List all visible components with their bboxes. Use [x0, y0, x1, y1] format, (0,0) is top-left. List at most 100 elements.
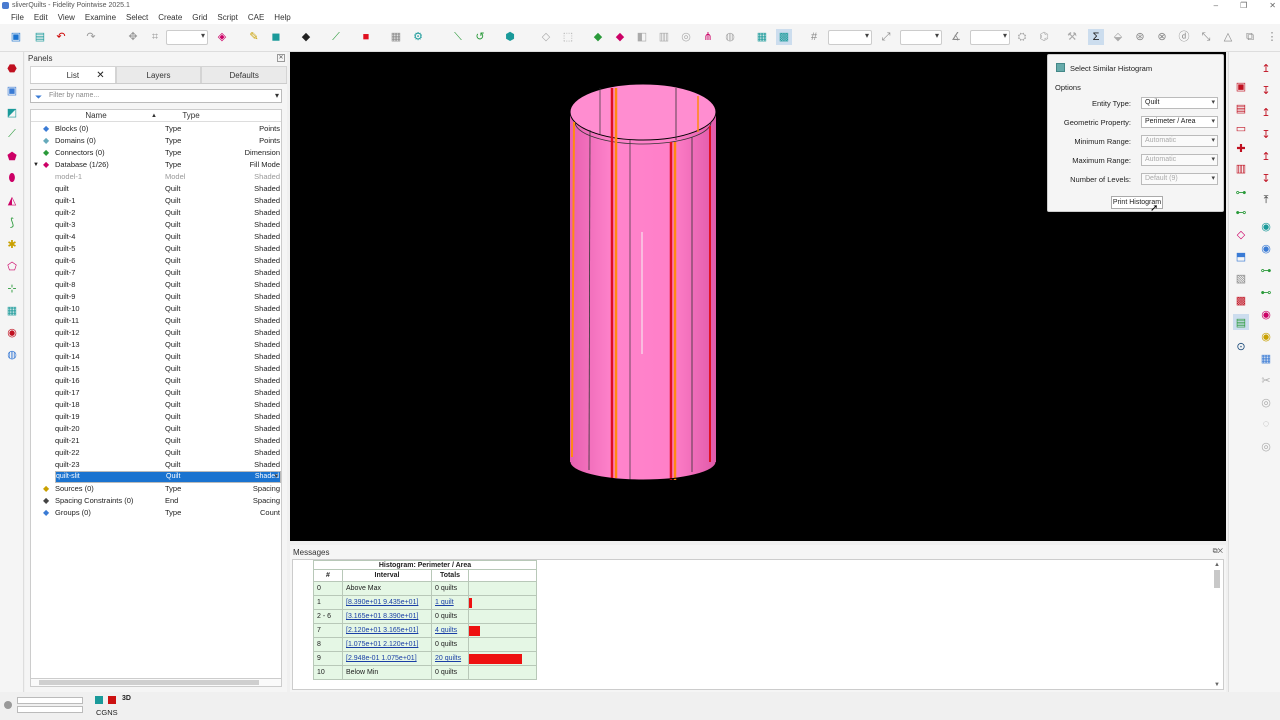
tab-layers[interactable]: Layers — [115, 66, 202, 83]
menu-view[interactable]: View — [53, 11, 80, 24]
axis-y-plus-icon[interactable]: ↥ — [1258, 104, 1274, 120]
shade-mode-icon[interactable] — [95, 696, 103, 704]
tool-a-icon[interactable]: ⛭ — [1014, 29, 1030, 45]
tree-item[interactable]: quilt-slit Quilt Shaded — [55, 471, 281, 483]
tree-item[interactable]: quilt-11 Quilt Shaded — [31, 315, 281, 327]
save-as-icon[interactable]: ▤ — [32, 29, 48, 45]
expand-icon[interactable]: ▼ — [33, 161, 41, 169]
tree-item[interactable]: model-1 Model Shaded — [31, 171, 281, 183]
tree-item[interactable]: quilt-2 Quilt Shaded — [31, 207, 281, 219]
tree-item[interactable]: quilt-7 Quilt Shaded — [31, 267, 281, 279]
tree-item[interactable]: quilt-10 Quilt Shaded — [31, 303, 281, 315]
revolve-icon[interactable]: ◎ — [678, 29, 694, 45]
database-tool-icon[interactable]: ⬣ — [4, 60, 20, 76]
tree-item[interactable]: quilt Quilt Shaded — [31, 183, 281, 195]
visibility-d-icon[interactable]: ⊷ — [1258, 284, 1274, 300]
visibility-h-icon[interactable]: ✂ — [1258, 372, 1274, 388]
toolbar-select-2[interactable] — [828, 30, 872, 45]
solver-label[interactable]: CGNS — [96, 708, 118, 717]
tree-item[interactable]: quilt-20 Quilt Shaded — [31, 423, 281, 435]
view-a-icon[interactable]: ▣ — [1233, 78, 1249, 94]
diamond-green-icon[interactable]: ◆ — [590, 29, 606, 45]
cone-create-icon[interactable]: ◭ — [4, 192, 20, 208]
tree-item[interactable]: quilt-13 Quilt Shaded — [31, 339, 281, 351]
tree-item[interactable]: quilt-8 Quilt Shaded — [31, 279, 281, 291]
curve-icon[interactable]: ↺ — [472, 29, 488, 45]
view-i-icon[interactable]: ⬒ — [1233, 248, 1249, 264]
tree-item[interactable]: quilt-6 Quilt Shaded — [31, 255, 281, 267]
maximize-icon[interactable]: ❐ — [1240, 0, 1247, 11]
tree-item[interactable]: quilt-9 Quilt Shaded — [31, 291, 281, 303]
view-j-icon[interactable]: ▧ — [1233, 270, 1249, 286]
view-e-icon[interactable]: ▥ — [1233, 160, 1249, 176]
visibility-g-icon[interactable]: ▦ — [1258, 350, 1274, 366]
totals-link[interactable]: 20 quilts — [435, 655, 461, 662]
view-mode-label[interactable]: 3D — [122, 695, 131, 702]
redo-icon[interactable]: ↷ — [83, 29, 99, 45]
hash-icon[interactable]: # — [806, 29, 822, 45]
tab-defaults[interactable]: Defaults — [201, 66, 288, 83]
menu-create[interactable]: Create — [153, 11, 187, 24]
more-icon[interactable]: ⋮ — [1264, 29, 1280, 45]
number-of-levels-select[interactable]: Default (9) — [1141, 173, 1218, 185]
interval-link[interactable]: [3.165e+01 8.390e+01] — [346, 613, 418, 620]
scroll-thumb[interactable] — [39, 680, 259, 685]
tree-group[interactable]: ◆ Sources (0) Type Spacing — [31, 483, 281, 495]
view-g-icon[interactable]: ⊷ — [1233, 204, 1249, 220]
visibility-e-icon[interactable]: ◉ — [1258, 306, 1274, 322]
view-b-icon[interactable]: ▤ — [1233, 100, 1249, 116]
minimum-range-select[interactable]: Automatic — [1141, 135, 1218, 147]
examine-icon[interactable]: ⊛ — [1132, 29, 1148, 45]
layer-icon[interactable]: ▦ — [388, 29, 404, 45]
menu-select[interactable]: Select — [121, 11, 153, 24]
sigma-icon[interactable]: Σ — [1088, 29, 1104, 45]
point-create-icon[interactable]: ⊹ — [4, 280, 20, 296]
d-icon[interactable]: ⓓ — [1176, 29, 1192, 45]
filter-dropdown-icon[interactable]: ▾ — [275, 90, 279, 102]
diamond-icon[interactable]: ◆ — [298, 29, 314, 45]
tree-item[interactable]: quilt-16 Quilt Shaded — [31, 375, 281, 387]
interval-link[interactable]: [2.120e+01 3.165e+01] — [346, 627, 418, 634]
lock-icon[interactable]: ⊗ — [1154, 29, 1170, 45]
solve-icon[interactable]: ◧ — [634, 29, 650, 45]
shade-icon[interactable]: ◼ — [268, 29, 284, 45]
iso-view-icon[interactable]: ⤒ — [1258, 192, 1274, 208]
toolbar-select-3[interactable] — [900, 30, 942, 45]
pointer-icon[interactable]: ◈ — [214, 29, 230, 45]
undo-icon[interactable]: ↶ — [53, 29, 69, 45]
angle-icon[interactable]: ∡ — [948, 29, 964, 45]
toolbar-select-1[interactable] — [166, 30, 208, 45]
tree-horizontal-scrollbar[interactable] — [30, 678, 282, 687]
tree-item[interactable]: quilt-15 Quilt Shaded — [31, 363, 281, 375]
tree-group[interactable]: ▼ ◆ Database (1/26) Type Fill Mode — [31, 159, 281, 171]
tree-item[interactable]: quilt-23 Quilt Shaded — [31, 459, 281, 471]
extrude-icon[interactable]: ▥ — [656, 29, 672, 45]
spacing-icon[interactable]: ⤢ — [878, 29, 894, 45]
domain-tool-icon[interactable]: ◇ — [538, 29, 554, 45]
box-icon[interactable]: ⧉ — [1242, 29, 1258, 45]
panels-close-icon[interactable]: ✕ — [277, 54, 285, 62]
tree-item[interactable]: quilt-4 Quilt Shaded — [31, 231, 281, 243]
visibility-c-icon[interactable]: ⊶ — [1258, 262, 1274, 278]
sphere-create-icon[interactable]: ◍ — [4, 346, 20, 362]
menu-examine[interactable]: Examine — [80, 11, 121, 24]
spline-icon[interactable]: ⬢ — [502, 29, 518, 45]
tree-item[interactable]: quilt-17 Quilt Shaded — [31, 387, 281, 399]
sphere-icon[interactable]: ◍ — [722, 29, 738, 45]
measure-icon[interactable]: ⤡ — [1198, 29, 1214, 45]
interval-link[interactable]: [1.075e+01 2.120e+01] — [346, 641, 418, 648]
view-d-icon[interactable]: ✚ — [1233, 140, 1249, 156]
menu-cae[interactable]: CAE — [243, 11, 269, 24]
connector-tool-icon[interactable]: ⟍ — [450, 29, 466, 45]
eraser-icon[interactable]: ⬙ — [1110, 29, 1126, 45]
tab-list[interactable]: List ✕ — [30, 66, 116, 83]
tree-item[interactable]: quilt-1 Quilt Shaded — [31, 195, 281, 207]
source-create-icon[interactable]: ✱ — [4, 236, 20, 252]
grid-create-icon[interactable]: ▦ — [4, 302, 20, 318]
brush-icon[interactable]: ✎ — [246, 29, 262, 45]
view-c-icon[interactable]: ▭ — [1233, 120, 1249, 136]
visibility-b-icon[interactable]: ◉ — [1258, 240, 1274, 256]
interval-link[interactable]: [8.390e+01 9.435e+01] — [346, 599, 418, 606]
tree-item[interactable]: quilt-21 Quilt Shaded — [31, 435, 281, 447]
select-filter-icon[interactable]: ✥ — [125, 29, 141, 45]
